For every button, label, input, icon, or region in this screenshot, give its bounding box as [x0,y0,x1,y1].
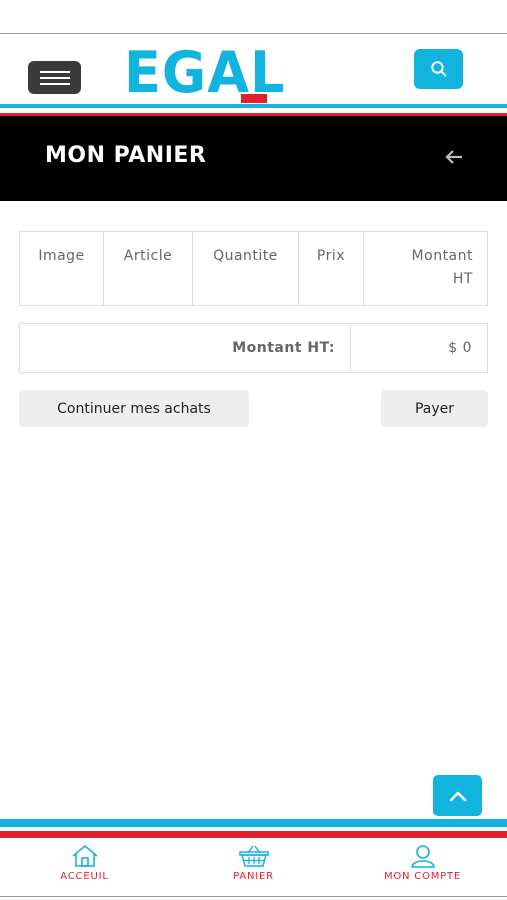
column-header-prix: Prix [298,231,364,306]
page-title: MON PANIER [45,143,207,168]
app-header: EGAL [0,34,507,104]
footer-red-stripe [0,831,507,838]
total-label: Montant HT: [19,323,351,373]
nav-item-acceuil[interactable]: ACCEUIL [0,838,169,896]
bottom-border [0,896,507,897]
nav-label-panier: PANIER [233,871,274,882]
home-icon [71,845,98,867]
column-header-montant-ht: Montant HT [363,231,488,306]
basket-icon [238,845,269,867]
page-title-bar: MON PANIER [0,116,507,201]
pay-button[interactable]: Payer [381,390,488,427]
footer-blue-stripe [0,819,507,827]
nav-item-panier[interactable]: PANIER [169,838,338,896]
column-header-montant: Montant [411,248,473,264]
search-icon [430,61,446,77]
user-icon [410,845,435,868]
totals-row: Montant HT: $ 0 [19,323,488,373]
scroll-to-top-button[interactable] [433,775,482,816]
cart-table-header: Image Article Quantite Prix Montant HT [19,231,488,306]
menu-button[interactable] [28,61,81,94]
nav-label-acceuil: ACCEUIL [60,871,109,882]
column-header-quantite: Quantite [192,231,299,306]
column-header-ht: HT [452,271,473,287]
column-header-article: Article [103,231,193,306]
logo-red-bar [241,94,267,103]
search-button[interactable] [414,49,463,89]
arrow-left-icon [445,150,462,164]
column-header-image: Image [19,231,104,306]
cart-table: Image Article Quantite Prix Montant HT [19,231,488,306]
continue-shopping-button[interactable]: Continuer mes achats [19,390,249,427]
totals-table: Montant HT: $ 0 [19,323,488,373]
chevron-up-icon [449,791,466,801]
hamburger-icon [39,70,70,73]
back-button[interactable] [440,145,468,169]
header-blue-stripe [0,104,507,108]
nav-item-mon-compte[interactable]: MON COMPTE [338,838,507,896]
total-value: $ 0 [350,323,488,373]
nav-label-mon-compte: MON COMPTE [383,871,462,882]
bottom-navigation: ACCEUIL PANIER MON COMPTE [0,838,507,896]
